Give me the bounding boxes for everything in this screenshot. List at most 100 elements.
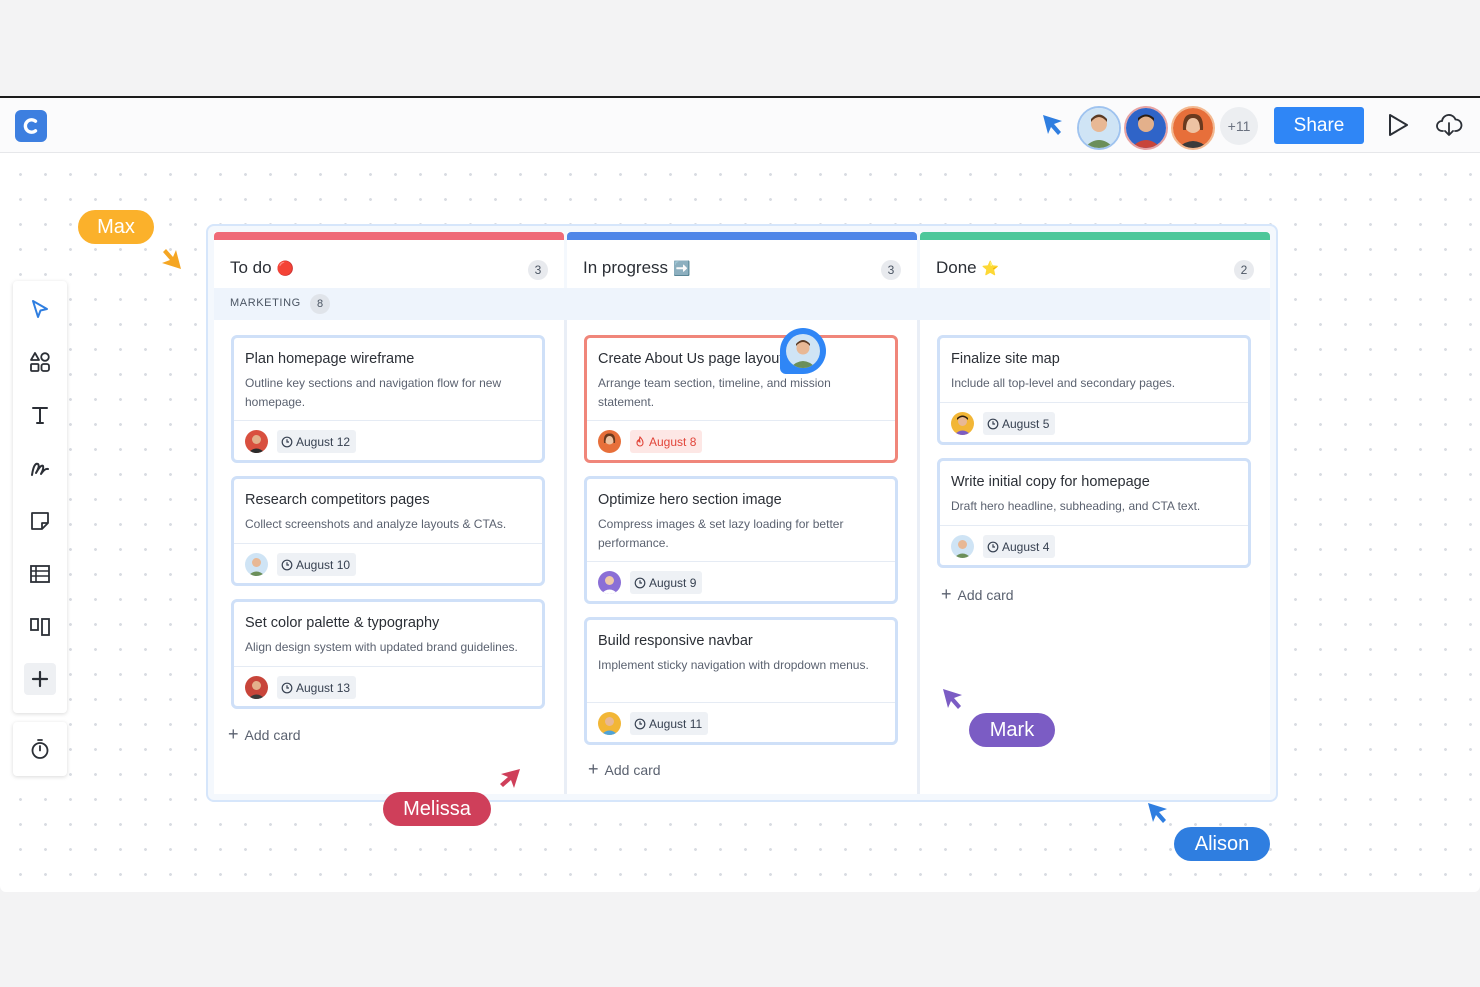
pen-tool[interactable] bbox=[24, 452, 56, 484]
collaborator-avatar[interactable] bbox=[1077, 106, 1121, 150]
more-collaborators-badge[interactable]: +11 bbox=[1220, 107, 1258, 145]
assignee-avatar[interactable] bbox=[245, 553, 268, 576]
kanban-tool[interactable] bbox=[24, 611, 56, 643]
clock-icon bbox=[281, 559, 293, 570]
due-date-badge[interactable]: August 4 bbox=[983, 535, 1056, 558]
card-footer: August 9 bbox=[587, 561, 895, 604]
add-card-button[interactable]: + Add card bbox=[588, 759, 661, 780]
collaborator-tag-alison: Alison bbox=[1174, 827, 1270, 861]
assignee-avatar[interactable] bbox=[598, 712, 621, 735]
clock-icon bbox=[634, 718, 646, 729]
logo-c-icon bbox=[23, 118, 38, 134]
assignee-avatar[interactable] bbox=[598, 571, 621, 594]
present-icon[interactable] bbox=[1383, 110, 1413, 140]
table-tool[interactable] bbox=[24, 558, 56, 590]
add-card-button[interactable]: + Add card bbox=[941, 584, 1014, 605]
more-tools-button[interactable] bbox=[24, 663, 56, 695]
due-date-badge[interactable]: August 13 bbox=[277, 676, 357, 699]
task-card-active[interactable]: Create About Us page layout Arrange team… bbox=[584, 335, 898, 463]
shapes-icon bbox=[30, 352, 50, 372]
column-divider bbox=[917, 320, 920, 794]
task-card[interactable]: Optimize hero section image Compress ima… bbox=[584, 476, 898, 604]
cloud-download-icon[interactable] bbox=[1434, 110, 1464, 140]
task-card[interactable]: Finalize site map Include all top-level … bbox=[937, 335, 1251, 445]
column-header[interactable]: Done ⭐ 2 bbox=[920, 240, 1270, 290]
due-date-badge[interactable]: August 10 bbox=[277, 553, 357, 576]
assignee-avatar[interactable] bbox=[245, 676, 268, 699]
due-date-text: August 10 bbox=[296, 557, 351, 572]
task-card[interactable]: Set color palette & typography Align des… bbox=[231, 599, 545, 709]
kanban-board: To do 🔴 3 In progress ➡️ 3 Done ⭐ 2 MARKETI… bbox=[206, 224, 1278, 802]
task-card[interactable]: Research competitors pages Collect scree… bbox=[231, 476, 545, 586]
add-card-button[interactable]: + Add card bbox=[228, 724, 301, 745]
task-card[interactable]: Write initial copy for homepage Draft he… bbox=[937, 458, 1251, 568]
collaborator-avatar[interactable] bbox=[1171, 106, 1215, 150]
top-bar: +11 Share bbox=[0, 98, 1480, 153]
swimlane-header[interactable]: MARKETING 8 bbox=[214, 288, 1270, 320]
collaborator-avatar[interactable] bbox=[1124, 106, 1168, 150]
card-title: Build responsive navbar bbox=[598, 633, 753, 649]
column-card-count: 3 bbox=[528, 260, 548, 280]
assignee-avatar[interactable] bbox=[951, 535, 974, 558]
app-logo[interactable] bbox=[15, 110, 47, 142]
column-card-count: 3 bbox=[881, 260, 901, 280]
card-title: Research competitors pages bbox=[245, 492, 430, 508]
card-description: Align design system with updated brand g… bbox=[245, 640, 518, 654]
clock-icon bbox=[281, 436, 293, 447]
due-date-badge[interactable]: August 11 bbox=[630, 712, 709, 735]
clock-icon bbox=[281, 682, 293, 693]
left-toolbar bbox=[13, 281, 67, 713]
sticky-note-tool[interactable] bbox=[24, 505, 56, 537]
assignee-avatar[interactable] bbox=[951, 412, 974, 435]
column-title: To do bbox=[230, 258, 272, 277]
column-color-bar bbox=[214, 232, 564, 240]
card-description: Implement sticky navigation with dropdow… bbox=[598, 658, 869, 672]
clock-icon bbox=[987, 418, 999, 429]
assignee-avatar[interactable] bbox=[598, 430, 621, 453]
card-title: Plan homepage wireframe bbox=[245, 351, 415, 367]
due-date-badge[interactable]: August 9 bbox=[630, 571, 703, 594]
plus-icon bbox=[31, 670, 49, 688]
collaborator-cursor-icon bbox=[500, 769, 520, 788]
column-header[interactable]: In progress ➡️ 3 bbox=[567, 240, 917, 290]
card-footer: August 8 bbox=[587, 420, 895, 463]
assignee-avatar[interactable] bbox=[245, 430, 268, 453]
text-tool[interactable] bbox=[24, 399, 56, 431]
collaborator-cursor-icon bbox=[1148, 803, 1167, 823]
card-description: Arrange team section, timeline, and miss… bbox=[598, 376, 831, 409]
star-emoji: ⭐ bbox=[981, 259, 1000, 276]
share-button[interactable]: Share bbox=[1274, 107, 1364, 144]
due-date-badge[interactable]: August 5 bbox=[983, 412, 1056, 435]
due-date-text: August 8 bbox=[649, 434, 697, 449]
plus-icon: + bbox=[588, 759, 599, 779]
card-description: Collect screenshots and analyze layouts … bbox=[245, 517, 507, 531]
column-title: Done bbox=[936, 258, 977, 277]
card-title: Set color palette & typography bbox=[245, 615, 440, 631]
column-color-bar bbox=[920, 232, 1270, 240]
task-card[interactable]: Plan homepage wireframe Outline key sect… bbox=[231, 335, 545, 463]
task-card[interactable]: Build responsive navbar Implement sticky… bbox=[584, 617, 898, 745]
collaborator-cursor-icon bbox=[162, 249, 181, 269]
due-date-text: August 11 bbox=[649, 716, 703, 731]
clock-icon bbox=[634, 577, 646, 588]
card-title: Optimize hero section image bbox=[598, 492, 782, 508]
card-footer: August 5 bbox=[940, 402, 1248, 445]
pen-icon bbox=[31, 462, 49, 476]
overdue-date-badge[interactable]: August 8 bbox=[630, 430, 703, 453]
due-date-text: August 4 bbox=[1002, 539, 1050, 554]
card-description: Include all top-level and secondary page… bbox=[951, 376, 1176, 390]
due-date-text: August 5 bbox=[1002, 416, 1050, 431]
shapes-tool[interactable] bbox=[24, 346, 56, 378]
select-tool[interactable] bbox=[24, 294, 56, 326]
timer-tool[interactable] bbox=[24, 733, 56, 765]
pointer-cursor-icon bbox=[1043, 115, 1062, 135]
collaborator-avatar bbox=[786, 334, 820, 368]
collaborator-presence-bubble bbox=[780, 328, 826, 374]
column-divider bbox=[564, 320, 567, 794]
column-header[interactable]: To do 🔴 3 bbox=[214, 240, 564, 290]
due-date-text: August 13 bbox=[296, 680, 351, 695]
due-date-badge[interactable]: August 12 bbox=[277, 430, 357, 453]
collaborator-cursor-icon bbox=[943, 689, 962, 709]
column-card-count: 2 bbox=[1234, 260, 1254, 280]
collaborator-tag-max: Max bbox=[78, 210, 154, 244]
